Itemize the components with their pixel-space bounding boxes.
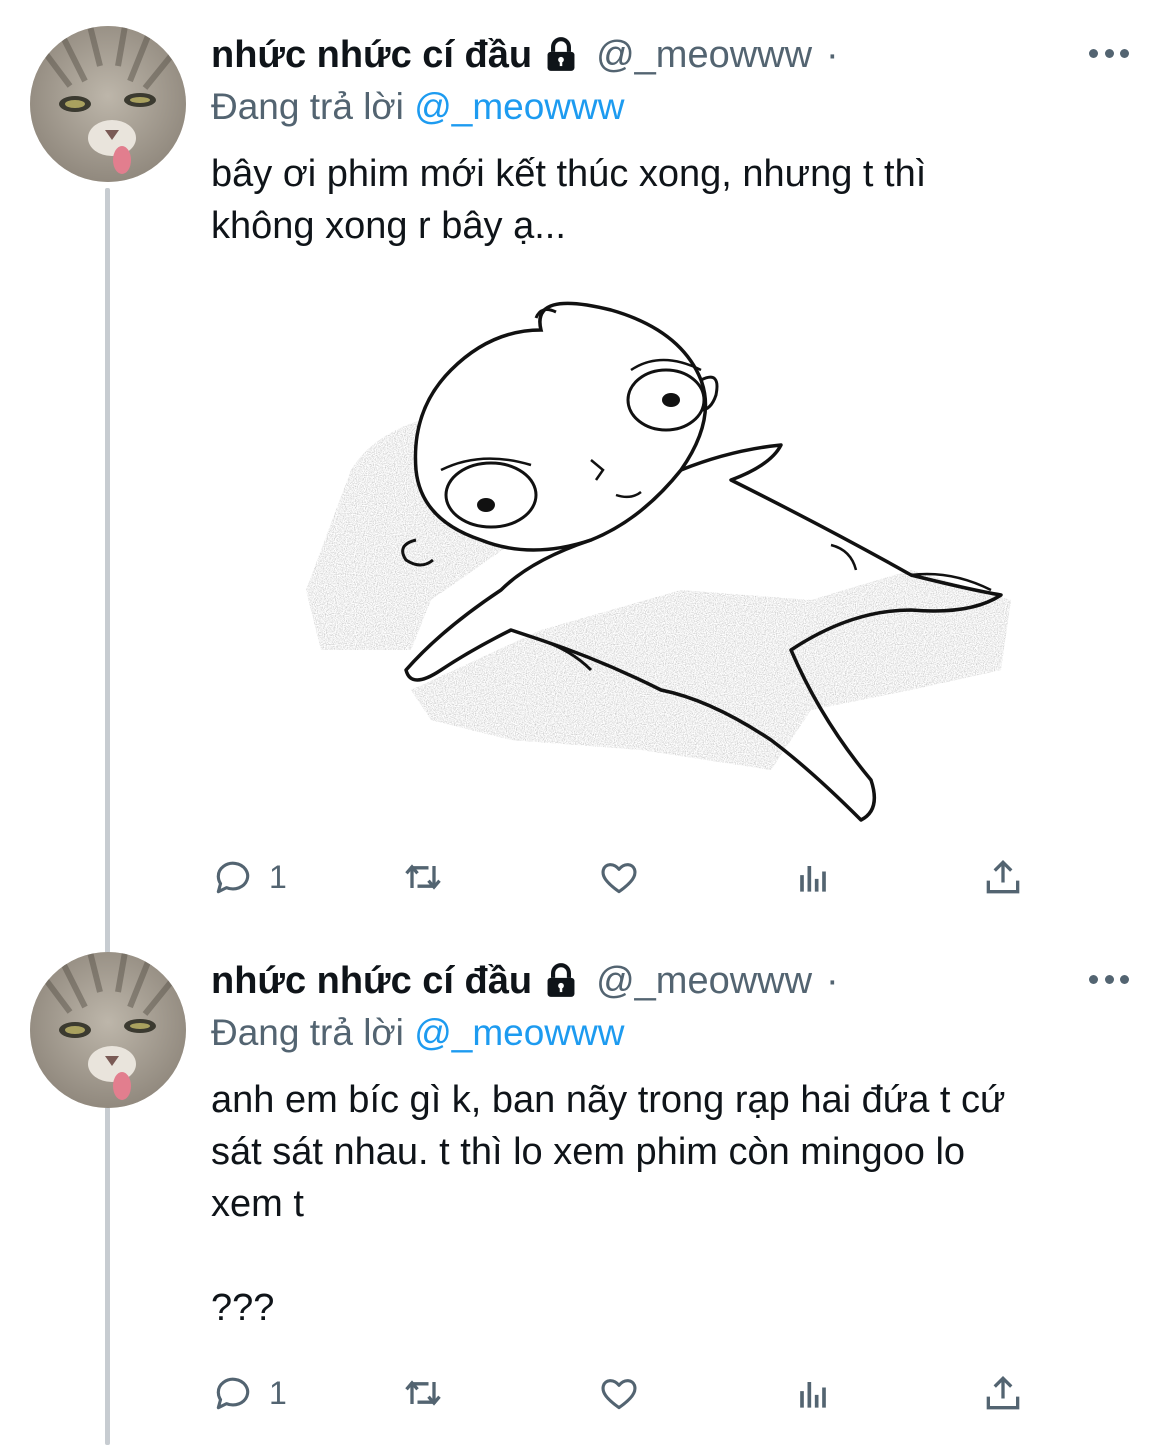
retweet-icon bbox=[405, 1380, 441, 1406]
more-horizontal-icon bbox=[1089, 974, 1098, 984]
tweet-header: nhức nhức cí đầu @_meowww · bbox=[211, 30, 839, 80]
tweet-actions: 1 bbox=[211, 852, 1041, 902]
more-dot bbox=[1120, 48, 1129, 58]
avatar[interactable] bbox=[30, 952, 186, 1108]
more-horizontal-icon bbox=[1089, 48, 1098, 58]
tweet-text: anh em bíc gì k, ban nãy trong rạp hai đ… bbox=[211, 1074, 1141, 1334]
replying-mention-link[interactable]: @_meowww bbox=[414, 1012, 624, 1053]
handle[interactable]: @_meowww bbox=[596, 34, 812, 77]
more-dot bbox=[1104, 48, 1114, 58]
sketch-illustration bbox=[306, 301, 1011, 822]
more-dot bbox=[1104, 974, 1114, 984]
like-button[interactable] bbox=[597, 852, 641, 902]
more-options-button[interactable] bbox=[1089, 38, 1129, 68]
tweet-text-line: sát sát nhau. t thì lo xem phim còn ming… bbox=[211, 1131, 966, 1173]
avatar[interactable] bbox=[30, 26, 186, 182]
share-upload-icon bbox=[986, 859, 1020, 894]
share-upload-icon bbox=[986, 1375, 1020, 1410]
replying-prefix: Đang trả lời bbox=[211, 1012, 404, 1053]
analytics-bars-icon bbox=[800, 1382, 826, 1408]
reply-bubble-icon bbox=[216, 1377, 250, 1410]
views-button[interactable] bbox=[791, 1368, 835, 1418]
share-button[interactable] bbox=[981, 852, 1025, 902]
separator-dot: · bbox=[826, 959, 839, 1002]
retweet-button[interactable] bbox=[401, 852, 445, 902]
handle[interactable]: @_meowww bbox=[596, 960, 812, 1003]
share-button[interactable] bbox=[981, 1368, 1025, 1418]
reply-bubble-icon bbox=[216, 861, 250, 894]
tweet-1[interactable]: nhức nhức cí đầu @_meowww · Đang trả lời… bbox=[0, 0, 1169, 940]
cat-avatar-image bbox=[30, 952, 186, 1108]
reply-count: 1 bbox=[269, 858, 287, 895]
analytics-bars-icon bbox=[800, 866, 826, 892]
heart-icon bbox=[601, 863, 637, 894]
reply-button[interactable]: 1 bbox=[211, 1368, 287, 1418]
tweet-text-line: không xong r bây ạ... bbox=[211, 205, 566, 247]
replying-to: Đang trả lời @_meowww bbox=[211, 1012, 624, 1054]
lock-icon bbox=[547, 963, 575, 997]
lock-icon bbox=[547, 37, 575, 71]
tweet-text-line: ??? bbox=[211, 1287, 275, 1329]
heart-icon bbox=[601, 1379, 637, 1410]
more-dot bbox=[1120, 974, 1129, 984]
tweet-media-image[interactable] bbox=[211, 270, 1121, 840]
display-name[interactable]: nhức nhức cí đầu bbox=[211, 960, 532, 1003]
tweet-header: nhức nhức cí đầu @_meowww · bbox=[211, 956, 839, 1006]
cat-avatar-image bbox=[30, 26, 186, 182]
reply-button[interactable]: 1 bbox=[211, 852, 287, 902]
tweet-text-line bbox=[211, 1230, 1141, 1282]
tweet-text-line: anh em bíc gì k, ban nãy trong rạp hai đ… bbox=[211, 1079, 1006, 1121]
retweet-button[interactable] bbox=[401, 1368, 445, 1418]
tweet-actions: 1 bbox=[211, 1368, 1041, 1418]
like-button[interactable] bbox=[597, 1368, 641, 1418]
tweet-2[interactable]: nhức nhức cí đầu @_meowww · Đang trả lời… bbox=[0, 926, 1169, 1445]
views-button[interactable] bbox=[791, 852, 835, 902]
replying-mention-link[interactable]: @_meowww bbox=[414, 86, 624, 127]
tweet-text: bây ơi phim mới kết thúc xong, nhưng t t… bbox=[211, 148, 1141, 252]
separator-dot: · bbox=[826, 33, 839, 76]
replying-prefix: Đang trả lời bbox=[211, 86, 404, 127]
tweet-text-line: bây ơi phim mới kết thúc xong, nhưng t t… bbox=[211, 153, 927, 195]
display-name[interactable]: nhức nhức cí đầu bbox=[211, 34, 532, 77]
more-options-button[interactable] bbox=[1089, 964, 1129, 994]
replying-to: Đang trả lời @_meowww bbox=[211, 86, 624, 128]
reply-count: 1 bbox=[269, 1374, 287, 1411]
tweet-text-line: xem t bbox=[211, 1183, 304, 1225]
retweet-icon bbox=[405, 864, 441, 890]
